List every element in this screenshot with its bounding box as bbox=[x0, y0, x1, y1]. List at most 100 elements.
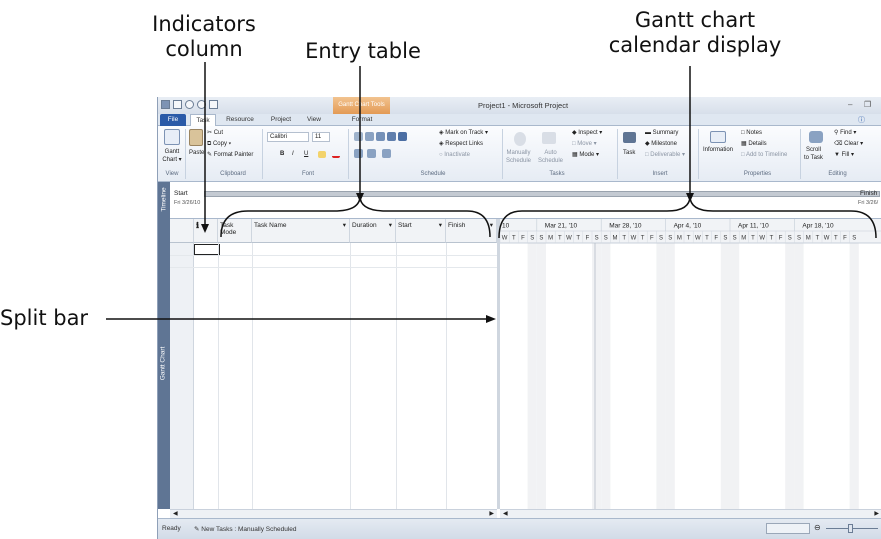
day-label: T bbox=[558, 236, 562, 242]
bold-button[interactable]: B bbox=[280, 150, 284, 158]
table-horizontal-scrollbar[interactable]: ◀ ▶ bbox=[170, 509, 497, 518]
redo-icon[interactable] bbox=[197, 100, 206, 109]
indicators-column-header[interactable]: ℹ bbox=[194, 219, 218, 243]
task-name-header-label: Task Name bbox=[254, 222, 287, 229]
day-label: S bbox=[788, 236, 792, 242]
chevron-down-icon[interactable]: ▾ bbox=[439, 222, 442, 229]
split-task-icon[interactable] bbox=[382, 149, 391, 158]
weekend-column bbox=[601, 243, 611, 509]
tab-resource[interactable]: Resource bbox=[220, 114, 260, 126]
font-size-value: 11 bbox=[315, 134, 322, 140]
save-icon[interactable] bbox=[173, 100, 182, 109]
details-button[interactable]: ▦ Details bbox=[741, 140, 767, 148]
duration-column-header[interactable]: Duration ▾ bbox=[350, 219, 396, 243]
restore-icon[interactable]: ❐ bbox=[864, 100, 871, 109]
gantt-chart-calendar[interactable]: 10 Mar 21, '10 Mar 28, '10 Apr 4, '10 Apr 11… bbox=[500, 219, 881, 509]
new-document-icon[interactable] bbox=[209, 100, 218, 109]
format-painter-button[interactable]: ✎ Format Painter bbox=[207, 151, 253, 159]
percent-100-icon[interactable] bbox=[398, 132, 407, 141]
task-icon[interactable] bbox=[623, 132, 636, 143]
gantt-chart-button[interactable]: Gantt Chart ▾ bbox=[161, 148, 183, 164]
task-button[interactable]: Task bbox=[623, 149, 635, 157]
cut-button[interactable]: ✂ Cut bbox=[207, 129, 223, 137]
inactivate-button[interactable]: ○ Inactivate bbox=[439, 151, 470, 159]
auto-schedule-icon[interactable] bbox=[542, 132, 556, 144]
milestone-button[interactable]: ◆ Milestone bbox=[645, 140, 677, 148]
tab-view[interactable]: View bbox=[301, 114, 327, 126]
scroll-left-icon[interactable]: ◀ bbox=[503, 510, 508, 517]
screenshot-stage: Indicators column Entry table Gantt char… bbox=[0, 0, 881, 539]
day-label: W bbox=[566, 236, 572, 242]
help-icon[interactable]: ⓘ bbox=[858, 115, 865, 125]
fill-button[interactable]: ▼ Fill ▾ bbox=[834, 151, 854, 159]
information-button[interactable]: Information bbox=[703, 146, 733, 154]
font-size-select[interactable]: 11 bbox=[312, 132, 330, 142]
tab-format[interactable]: Format bbox=[344, 114, 380, 126]
timeline-side-tab[interactable]: Timeline bbox=[158, 182, 170, 219]
new-tasks-mode-button[interactable]: ✎ New Tasks : Manually Scheduled bbox=[194, 525, 297, 533]
percent-0-icon[interactable] bbox=[354, 132, 363, 141]
task-mode-column-header[interactable]: Task Mode bbox=[218, 219, 252, 243]
percent-50-icon[interactable] bbox=[376, 132, 385, 141]
unlink-tasks-icon[interactable] bbox=[367, 149, 376, 158]
deliverable-button[interactable]: □ Deliverable ▾ bbox=[645, 151, 685, 159]
font-family-select[interactable]: Calibri bbox=[267, 132, 309, 142]
link-tasks-icon[interactable] bbox=[354, 149, 363, 158]
background-color-icon[interactable] bbox=[318, 151, 326, 158]
zoom-out-icon[interactable]: ⊖ bbox=[814, 523, 821, 532]
clear-button[interactable]: ⌫ Clear ▾ bbox=[834, 140, 863, 148]
information-icon[interactable] bbox=[710, 131, 726, 143]
respect-links-button[interactable]: ◈ Respect Links bbox=[439, 140, 483, 148]
task-name-column-header[interactable]: Task Name ▾ bbox=[252, 219, 350, 243]
column-divider bbox=[350, 243, 351, 509]
chevron-down-icon[interactable]: ▾ bbox=[389, 222, 392, 229]
start-column-header[interactable]: Start ▾ bbox=[396, 219, 446, 243]
tab-project[interactable]: Project bbox=[264, 114, 298, 126]
app-icon[interactable] bbox=[161, 100, 170, 109]
percent-25-icon[interactable] bbox=[365, 132, 374, 141]
mark-on-track-button[interactable]: ◈ Mark on Track ▾ bbox=[439, 129, 488, 137]
notes-button[interactable]: □ Notes bbox=[741, 129, 762, 137]
gantt-horizontal-scrollbar[interactable]: ◀ ▶ bbox=[500, 509, 881, 518]
move-button[interactable]: □ Move ▾ bbox=[572, 140, 597, 148]
timeline-pane[interactable]: Timeline Start Fri 3/26/10 Finish Fri 3/… bbox=[158, 182, 881, 219]
manually-schedule-button[interactable]: Manually Schedule bbox=[506, 149, 531, 165]
undo-icon[interactable] bbox=[185, 100, 194, 109]
percent-75-icon[interactable] bbox=[387, 132, 396, 141]
entry-table[interactable]: ℹ Task Mode Task Name ▾ Duration ▾ Start ▾ … bbox=[170, 219, 497, 509]
minimize-icon[interactable]: – bbox=[848, 100, 852, 109]
scroll-to-task-icon[interactable] bbox=[809, 131, 823, 143]
gantt-chart-icon[interactable] bbox=[164, 129, 180, 145]
tab-file[interactable]: File bbox=[160, 114, 186, 126]
underline-button[interactable]: U bbox=[304, 150, 308, 158]
zoom-slider-thumb[interactable] bbox=[848, 524, 853, 533]
summary-button[interactable]: ▬ Summary bbox=[645, 129, 678, 137]
auto-schedule-button[interactable]: Auto Schedule bbox=[538, 149, 563, 165]
copy-button[interactable]: ⧉ Copy ▾ bbox=[207, 140, 231, 148]
row-number-header[interactable] bbox=[170, 219, 194, 243]
gantt-chart-side-tab[interactable]: Gantt Chart bbox=[158, 219, 170, 509]
weekend-column bbox=[794, 243, 804, 509]
inspect-button[interactable]: ◆ Inspect ▾ bbox=[572, 129, 602, 137]
chevron-down-icon[interactable]: ▾ bbox=[343, 222, 346, 229]
mode-label: Mode ▾ bbox=[579, 152, 600, 158]
finish-column-header[interactable]: Finish ▾ bbox=[446, 219, 497, 243]
chevron-down-icon[interactable]: ▾ bbox=[490, 222, 493, 229]
scroll-right-icon[interactable]: ▶ bbox=[489, 510, 494, 517]
scroll-to-task-button[interactable]: Scroll to Task bbox=[804, 146, 823, 162]
weekend-column bbox=[849, 243, 859, 509]
find-button[interactable]: ⚲ Find ▾ bbox=[834, 129, 856, 137]
italic-button[interactable]: I bbox=[292, 150, 294, 158]
scroll-left-icon[interactable]: ◀ bbox=[173, 510, 178, 517]
mode-button[interactable]: ▦ Mode ▾ bbox=[572, 151, 599, 159]
add-to-timeline-button[interactable]: □ Add to Timeline bbox=[741, 151, 787, 159]
weekend-column bbox=[656, 243, 666, 509]
timeline-bar[interactable] bbox=[204, 191, 880, 197]
paste-button[interactable]: Paste bbox=[189, 149, 204, 157]
view-shortcuts-icon[interactable] bbox=[766, 523, 810, 534]
paste-icon[interactable] bbox=[189, 129, 203, 146]
pushpin-icon[interactable] bbox=[514, 132, 526, 146]
active-cell[interactable] bbox=[194, 244, 220, 255]
scroll-right-icon[interactable]: ▶ bbox=[874, 510, 879, 517]
font-color-icon[interactable] bbox=[332, 151, 340, 158]
